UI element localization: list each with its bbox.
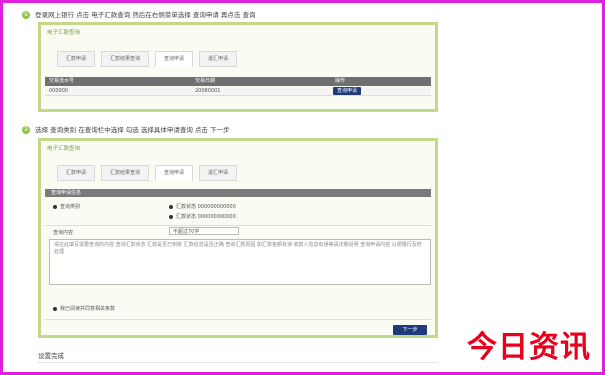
query-category-label: 查询类别 xyxy=(53,203,80,210)
agree-terms-checkbox[interactable]: 我已阅读并同意相关条款 xyxy=(53,305,115,312)
tab-refund-apply[interactable]: 退汇申请 xyxy=(199,51,238,67)
watermark-logo: 今日资讯 xyxy=(467,330,591,365)
tab-remit-query-2[interactable]: 汇款结果查询 xyxy=(101,165,150,181)
step-2-text: 选择 查询类别 在查询栏中选择 勾选 选择具体申请查询 点击 下一步 xyxy=(35,126,230,134)
tab-remit-apply-2[interactable]: 汇款申请 xyxy=(57,165,96,181)
tab-refund-apply-2[interactable]: 退汇申请 xyxy=(199,165,238,181)
query-apply-button[interactable]: 查询申请 xyxy=(333,87,361,95)
column-date: 交易日期 xyxy=(195,78,216,84)
next-step-button[interactable]: 下一步 xyxy=(393,325,427,335)
divider xyxy=(45,319,431,320)
panel-1-tabs: 汇款申请 汇款结果查询 查询申请 退汇申请 xyxy=(57,51,238,67)
tab-remit-query[interactable]: 汇款结果查询 xyxy=(101,51,150,67)
char-limit-field[interactable]: 不超过70字 xyxy=(169,227,239,235)
step-1-number: ① xyxy=(22,11,30,19)
column-serial: 交易流水号 xyxy=(49,78,75,84)
tab-remit-apply[interactable]: 汇款申请 xyxy=(57,51,96,67)
panel-1: 电子汇款查询 汇款申请 汇款结果查询 查询申请 退汇申请 交易流水号 交易日期 … xyxy=(38,22,438,112)
panel-2-title: 电子汇款查询 xyxy=(47,146,81,152)
query-content-textarea[interactable]: 请在此填写需要查询的内容 查询汇款状态 汇款是否已到账 汇款信息是否正确 查询汇… xyxy=(49,239,431,285)
query-content-label: 查询内容 xyxy=(53,230,74,236)
step-1-text: 登录网上银行 点击 电子汇款查询 然后在右侧菜单选择 查询申请 再点击 查询 xyxy=(35,11,256,19)
query-option-2[interactable]: 汇款状态 000000000000 xyxy=(169,213,236,220)
completion-text: 设置完成 xyxy=(38,352,64,360)
tab-query-apply[interactable]: 查询申请 xyxy=(155,51,194,67)
footer-divider xyxy=(38,362,438,363)
row-date: 20080001 xyxy=(195,88,221,94)
step-1-instruction: ① 登录网上银行 点击 电子汇款查询 然后在右侧菜单选择 查询申请 再点击 查询 xyxy=(22,9,255,19)
query-info-section-header: 查询申请信息 xyxy=(45,189,431,197)
panel-1-table-header: 交易流水号 交易日期 操作 xyxy=(45,77,431,86)
column-action: 操作 xyxy=(335,78,346,84)
panel-2-tabs: 汇款申请 汇款结果查询 查询申请 退汇申请 xyxy=(57,165,238,181)
step-2-number: ② xyxy=(22,126,30,134)
query-option-1[interactable]: 汇款状态 000000000000 xyxy=(169,203,236,210)
row-serial: 000000 xyxy=(49,88,69,94)
tab-query-apply-2[interactable]: 查询申请 xyxy=(155,165,194,181)
panel-2: 电子汇款查询 汇款申请 汇款结果查询 查询申请 退汇申请 查询申请信息 查询类别… xyxy=(38,138,438,338)
step-2-instruction: ② 选择 查询类别 在查询栏中选择 勾选 选择具体申请查询 点击 下一步 xyxy=(22,124,229,134)
divider xyxy=(45,225,431,226)
table-row: 000000 20080001 xyxy=(45,87,431,96)
panel-1-title: 电子汇款查询 xyxy=(47,30,81,36)
